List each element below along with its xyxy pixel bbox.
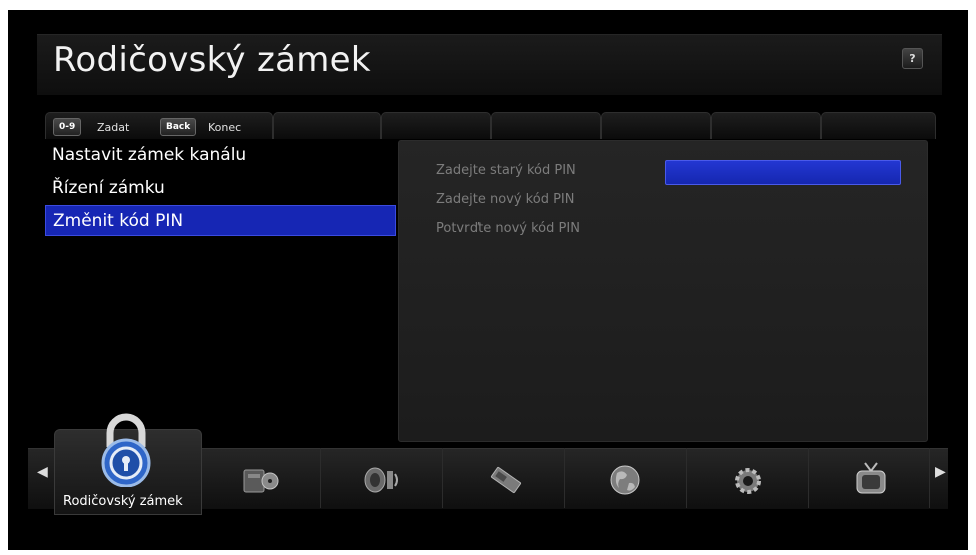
speaker-icon [364,467,398,493]
pin-panel [398,140,928,442]
hint-label-enter: Zadat [97,121,130,134]
gear-icon [735,468,761,494]
dock-right-arrow[interactable]: ▶ [935,464,946,480]
key-back: Back [160,118,197,136]
hint-bar-segment [273,112,381,139]
page-title: Rodičovský zámek [53,40,371,80]
hint-bar-segment [711,112,821,139]
confirm-pin-label: Potvrďte nový kód PIN [436,221,580,236]
hint-bar-segment [601,112,711,139]
padlock-icon [101,413,151,487]
key-0-9: 0-9 [53,118,82,136]
hint-label-exit: Konec [208,121,242,134]
globe-icon [610,465,640,495]
new-pin-label: Zadejte nový kód PIN [436,192,575,207]
menu-item-lock-control[interactable]: Řízení zámku [45,173,396,204]
hint-bar-segment [491,112,601,139]
dock-left-arrow[interactable]: ◀ [37,464,48,480]
tv-icon [856,462,886,494]
old-pin-input[interactable] [665,160,901,185]
hint-bar-segment [821,112,936,139]
usb-icon [490,466,522,494]
old-pin-label: Zadejte starý kód PIN [436,163,576,178]
hint-bar-segment [381,112,491,139]
help-button[interactable]: ? [902,48,923,69]
media-icon [243,469,279,493]
menu-item-change-pin[interactable]: Změnit kód PIN [45,205,396,236]
dock-active-label: Rodičovský zámek [63,494,183,509]
menu-item-channel-lock[interactable]: Nastavit zámek kanálu [45,140,396,171]
